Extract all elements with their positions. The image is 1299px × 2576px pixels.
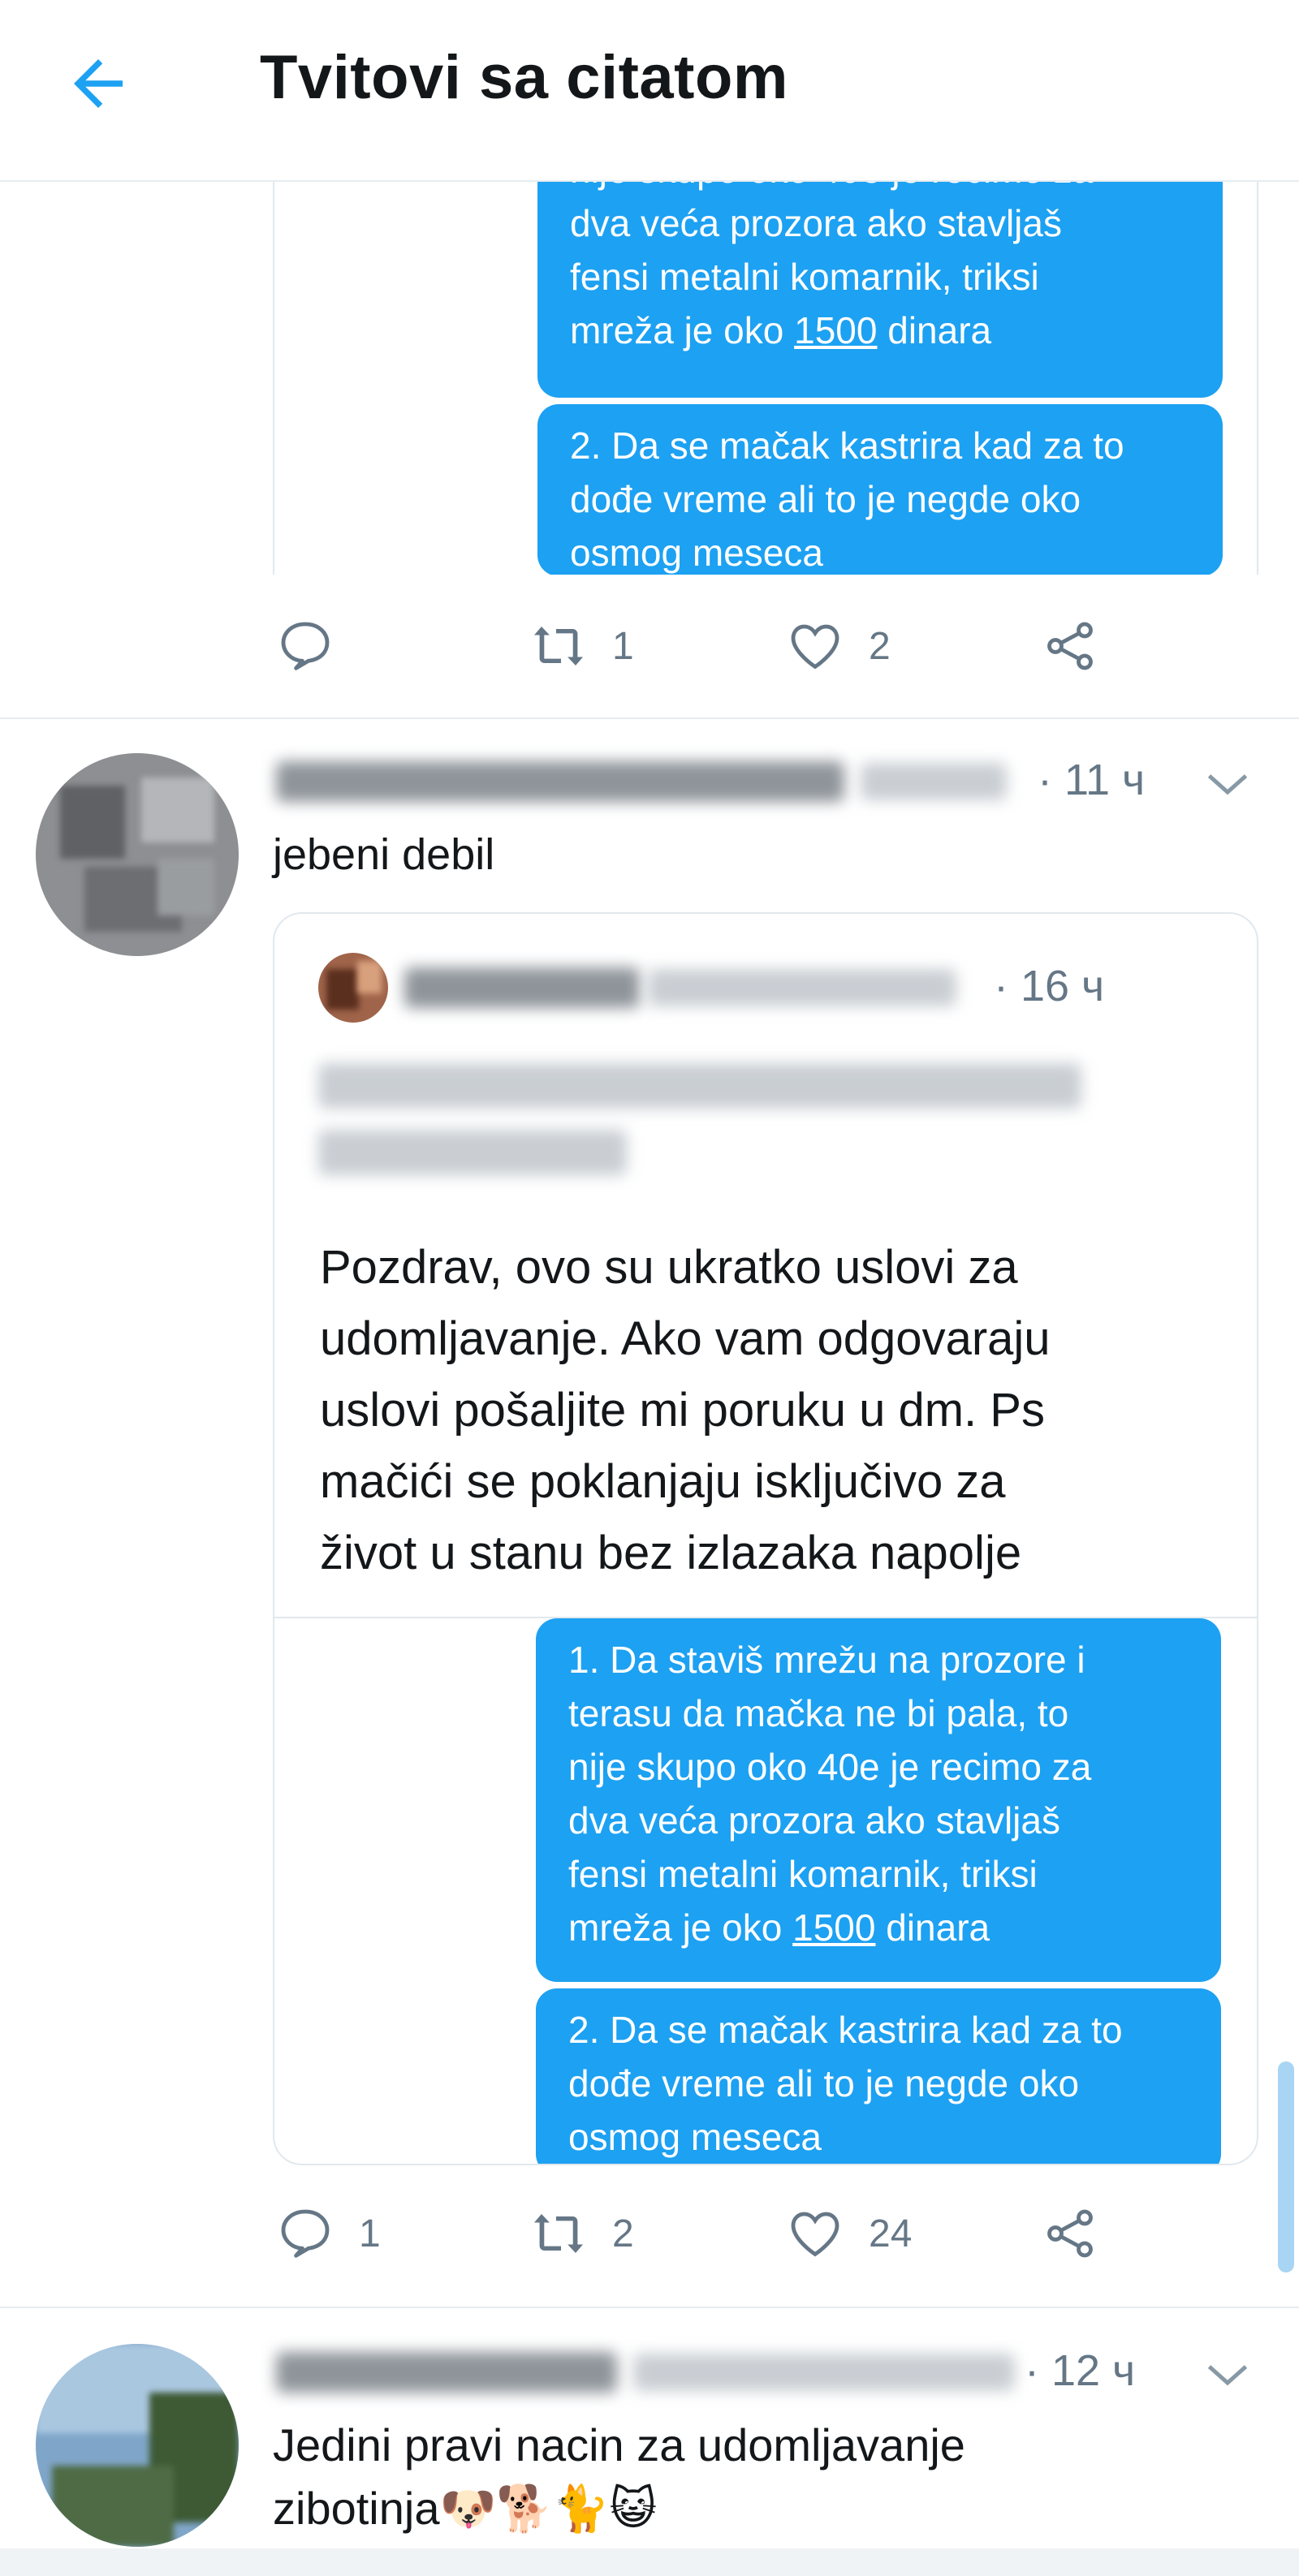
bubble-text: dinara	[875, 1906, 990, 1949]
bubble-line: mreža je oko 1500 dinara	[570, 304, 1190, 357]
bubble-line: dođe vreme ali to je negde oko	[568, 2062, 1080, 2104]
retweet-icon	[534, 2214, 583, 2253]
author-name-blurred[interactable]	[276, 2352, 617, 2393]
back-arrow-icon[interactable]	[62, 47, 135, 120]
share-icon	[1047, 622, 1093, 670]
reply-icon	[281, 622, 330, 670]
author-handle-blurred	[633, 2354, 1015, 2391]
bubble-line: mreža je oko 1500 dinara	[568, 1901, 1189, 1954]
tweet-divider	[0, 2307, 1299, 2308]
tweet-time: · 12 ч	[1025, 2346, 1136, 2395]
like-button[interactable]: 2	[786, 617, 891, 675]
avatar[interactable]	[36, 753, 239, 956]
chevron-down-icon[interactable]	[1203, 760, 1252, 808]
retweet-count: 1	[612, 624, 634, 668]
tweet-divider	[0, 717, 1299, 719]
reply-icon	[281, 2209, 330, 2258]
share-icon	[1047, 2209, 1093, 2258]
retweet-icon	[534, 627, 583, 666]
bubble-line: 2. Da se mačak kastrira kad za to	[570, 424, 1124, 467]
quoted-author-avatar	[318, 953, 388, 1023]
like-icon	[791, 2212, 839, 2257]
author-handle-blurred	[861, 763, 1007, 800]
bubble-line: dva veća prozora ako stavljaš	[568, 1799, 1060, 1842]
share-button[interactable]	[1041, 2204, 1099, 2263]
tweet-text-line: Jedini pravi nacin za udomljavanje	[273, 2419, 965, 2470]
like-count: 24	[869, 2212, 913, 2255]
avatar[interactable]	[36, 2344, 239, 2547]
bubble-text: mreža je oko	[568, 1906, 793, 1949]
like-button[interactable]: 24	[786, 2204, 912, 2263]
chevron-down-icon[interactable]	[1203, 2350, 1252, 2399]
quoted-author-handle-blurred	[648, 969, 956, 1006]
bottom-edge	[0, 2548, 1299, 2576]
quoted-tweet-time: · 16 ч	[994, 962, 1105, 1010]
bubble-link[interactable]: 1500	[794, 309, 877, 351]
reply-count: 1	[359, 2212, 381, 2255]
like-count: 2	[869, 624, 891, 668]
share-button[interactable]	[1041, 617, 1099, 675]
reply-button[interactable]: 1	[276, 2204, 381, 2263]
scrollbar[interactable]	[1278, 2061, 1294, 2272]
quoted-tweet-text: Pozdrav, ovo su ukratko uslovi za udomlj…	[320, 1232, 1051, 1589]
tweet-text-line: zibotinja🐶🐕🐈😺	[273, 2483, 658, 2534]
bubble-line: terasu da mačka ne bi pala, to	[568, 1692, 1069, 1734]
quoted-text-line: mačići se poklanjaju isključivo za	[320, 1455, 1006, 1508]
page-title: Tvitovi sa citatom	[260, 43, 788, 112]
retweet-button[interactable]: 1	[529, 617, 634, 675]
bubble-line: fensi metalni komarnik, triksi	[570, 256, 1039, 298]
retweet-button[interactable]: 2	[529, 2204, 634, 2263]
bubble-line: 2. Da se mačak kastrira kad za to	[568, 2009, 1123, 2051]
quoted-author-name-blurred	[404, 967, 640, 1008]
bubble-line: dva veća prozora ako stavljaš	[570, 202, 1062, 244]
bubble-text: dinara	[877, 309, 992, 351]
bubble-line: fensi metalni komarnik, triksi	[568, 1853, 1038, 1895]
reply-context-blurred	[318, 1063, 1081, 1109]
retweet-count: 2	[612, 2212, 634, 2255]
author-name-blurred[interactable]	[276, 761, 844, 802]
quoted-tweet-card[interactable]: nije skupo oko 40e je recimo za dva veća…	[273, 130, 1258, 586]
card-mask	[273, 575, 1258, 623]
bubble-line: dođe vreme ali to je negde oko	[570, 478, 1081, 520]
message-bubble: 2. Da se mačak kastrira kad za to dođe v…	[537, 404, 1223, 576]
quoted-text-line: uslovi pošaljite mi poruku u dm. Ps	[320, 1384, 1045, 1437]
bubble-text: mreža je oko	[570, 309, 795, 351]
bubble-line: nije skupo oko 40e je recimo za	[568, 1746, 1092, 1788]
reply-button[interactable]	[276, 617, 334, 675]
message-bubble: 2. Da se mačak kastrira kad za to dođe v…	[536, 1988, 1221, 2164]
top-bar: Tvitovi sa citatom	[0, 0, 1299, 182]
tweet-text: Jedini pravi nacin za udomljavanje zibot…	[273, 2414, 965, 2540]
bubble-link[interactable]: 1500	[792, 1906, 875, 1949]
bubble-line: osmog meseca	[568, 2116, 822, 2158]
tweet-time: · 11 ч	[1038, 756, 1146, 804]
quoted-tweet-card[interactable]: · 16 ч Pozdrav, ovo su ukratko uslovi za…	[273, 912, 1258, 2165]
tweet-text: jebeni debil	[273, 830, 495, 879]
bubble-line: 1. Da staviš mrežu na prozore i	[568, 1639, 1085, 1681]
message-bubble: 1. Da staviš mrežu na prozore i terasu d…	[536, 1618, 1221, 1982]
quoted-text-line: udomljavanje. Ako vam odgovaraju	[320, 1312, 1051, 1365]
quoted-media[interactable]: 1. Da staviš mrežu na prozore i terasu d…	[274, 1617, 1257, 2164]
like-icon	[791, 624, 839, 670]
quoted-text-line: Pozdrav, ovo su ukratko uslovi za	[320, 1241, 1018, 1294]
reply-context-blurred	[318, 1130, 627, 1175]
message-bubble: nije skupo oko 40e je recimo za dva veća…	[537, 149, 1223, 398]
quoted-text-line: život u stanu bez izlazaka napolje	[320, 1527, 1022, 1579]
bubble-line: osmog meseca	[570, 532, 823, 574]
